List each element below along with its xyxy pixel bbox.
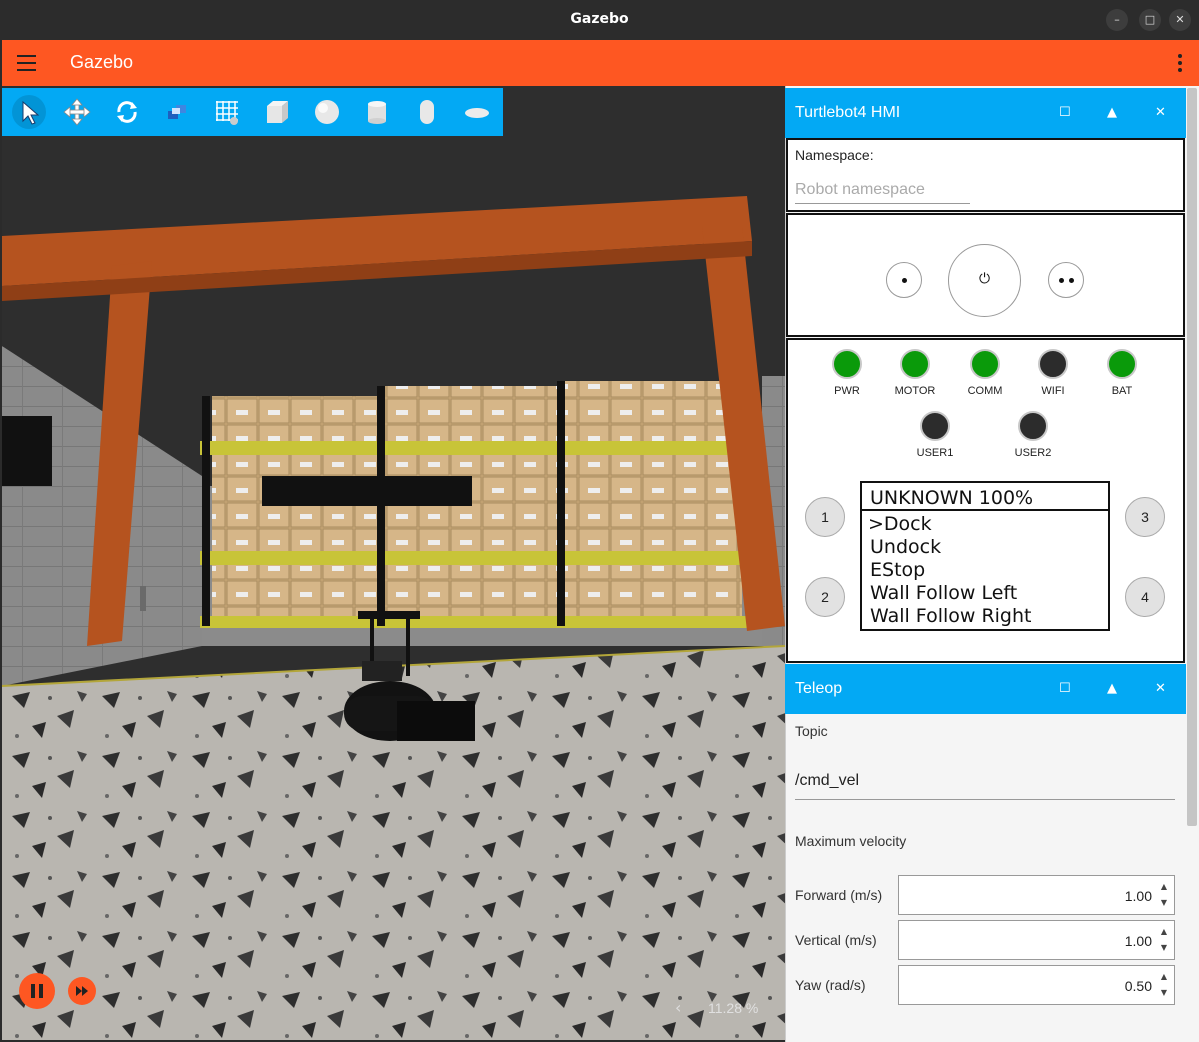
display-menu-item[interactable]: Wall Follow Left [870, 582, 1017, 604]
hmi-button-1[interactable]: 1 [805, 497, 845, 537]
spin-up-icon[interactable]: ▲ [1161, 972, 1167, 981]
display-menu-item[interactable]: EStop [870, 559, 925, 581]
forward-value: 1.00 [1124, 888, 1152, 904]
spin-down-icon[interactable]: ▼ [1161, 988, 1167, 997]
pause-button[interactable] [19, 973, 55, 1009]
rotate-icon[interactable] [110, 95, 144, 129]
maximize-icon[interactable]: ☐ [1059, 105, 1071, 120]
led-bat [1107, 349, 1137, 379]
display-menu-item[interactable]: Wall Follow Right [870, 605, 1031, 627]
transform-control-icon[interactable] [160, 95, 194, 129]
spin-up-icon[interactable]: ▲ [1161, 927, 1167, 936]
led-wifi [1038, 349, 1068, 379]
double-dot-button[interactable] [1048, 262, 1084, 298]
app-bar: Gazebo [2, 40, 1199, 86]
single-dot-button[interactable] [886, 262, 922, 298]
scene-3d-viewport[interactable] [2, 86, 785, 1040]
real-time-factor: 11.28 % [708, 1000, 759, 1016]
translate-icon[interactable] [60, 95, 94, 129]
scene-toolbar [2, 88, 503, 136]
led-label-user2: USER2 [1014, 447, 1052, 459]
capsule-icon[interactable] [410, 95, 444, 129]
power-button[interactable]: ⏻ [948, 244, 1021, 317]
max-velocity-label: Maximum velocity [795, 833, 907, 849]
led-comm [970, 349, 1000, 379]
hmi-button-3[interactable]: 3 [1125, 497, 1165, 537]
yaw-velocity-spinbox[interactable]: 0.50 ▲ ▼ [898, 965, 1175, 1005]
step-forward-button[interactable] [68, 977, 96, 1005]
collapse-icon[interactable]: ▲ [1107, 105, 1117, 120]
more-options-icon[interactable] [1178, 54, 1182, 72]
box-icon[interactable] [260, 95, 294, 129]
menu-icon[interactable] [17, 55, 36, 71]
led-user1 [920, 411, 950, 441]
rtf-expand-arrow-icon[interactable]: ‹ [675, 998, 681, 1017]
close-icon[interactable]: ✕ [1155, 681, 1166, 696]
teleop-panel-header: Teleop ☐ ▲ ✕ [785, 664, 1186, 714]
hmi-panel-title: Turtlebot4 HMI [795, 104, 901, 121]
window-title: Gazebo [570, 11, 629, 27]
cylinder-icon[interactable] [360, 95, 394, 129]
spin-down-icon[interactable]: ▼ [1161, 943, 1167, 952]
led-label-pwr: PWR [834, 385, 860, 397]
close-window-button[interactable]: ✕ [1169, 9, 1191, 31]
display-menu-item[interactable]: >Dock [868, 513, 932, 535]
single-dot-icon [902, 278, 907, 283]
spin-down-icon[interactable]: ▼ [1161, 898, 1167, 907]
forward-label: Forward (m/s) [795, 887, 883, 903]
spin-up-icon[interactable]: ▲ [1161, 882, 1167, 891]
topic-label: Topic [795, 723, 828, 739]
fast-forward-icon [76, 986, 88, 996]
ellipsoid-icon[interactable] [460, 95, 494, 129]
maximize-icon[interactable]: ☐ [1059, 681, 1071, 696]
yaw-label: Yaw (rad/s) [795, 977, 866, 993]
led-label-motor: MOTOR [894, 385, 936, 397]
window-titlebar: Gazebo – □ ✕ [0, 0, 1199, 40]
hmi-button-4[interactable]: 4 [1125, 577, 1165, 617]
power-icon: ⏻ [978, 271, 991, 287]
panel-scrollbar[interactable] [1187, 88, 1197, 826]
namespace-label: Namespace: [795, 147, 874, 163]
display-header: UNKNOWN 100% [862, 483, 1108, 511]
hmi-display: UNKNOWN 100% >Dock Undock EStop Wall Fol… [860, 481, 1110, 631]
vertical-label: Vertical (m/s) [795, 932, 877, 948]
warehouse-scene-image [2, 86, 785, 1040]
topic-input[interactable]: /cmd_vel [795, 772, 1175, 800]
dot-icon [1069, 278, 1074, 283]
pause-icon [31, 984, 43, 998]
namespace-input[interactable] [795, 176, 970, 204]
led-pwr [832, 349, 862, 379]
hmi-button-2[interactable]: 2 [805, 577, 845, 617]
led-label-comm: COMM [967, 385, 1003, 397]
app-title: Gazebo [70, 52, 134, 72]
display-menu-item[interactable]: Undock [870, 536, 941, 558]
led-motor [900, 349, 930, 379]
led-label-bat: BAT [1111, 385, 1133, 397]
collapse-icon[interactable]: ▲ [1107, 681, 1117, 696]
hmi-panel-header: Turtlebot4 HMI ☐ ▲ ✕ [785, 88, 1186, 138]
sphere-icon[interactable] [310, 95, 344, 129]
vertical-velocity-spinbox[interactable]: 1.00 ▲ ▼ [898, 920, 1175, 960]
maximize-window-button[interactable]: □ [1139, 9, 1161, 31]
led-user2 [1018, 411, 1048, 441]
grid-snap-icon[interactable] [210, 95, 244, 129]
select-icon[interactable] [12, 95, 46, 129]
close-icon[interactable]: ✕ [1155, 105, 1166, 120]
yaw-value: 0.50 [1124, 978, 1152, 994]
led-label-wifi: WIFI [1041, 385, 1065, 397]
vertical-value: 1.00 [1124, 933, 1152, 949]
forward-velocity-spinbox[interactable]: 1.00 ▲ ▼ [898, 875, 1175, 915]
minimize-window-button[interactable]: – [1106, 9, 1128, 31]
dot-icon [1059, 278, 1064, 283]
led-label-user1: USER1 [916, 447, 954, 459]
teleop-panel-title: Teleop [795, 680, 843, 697]
